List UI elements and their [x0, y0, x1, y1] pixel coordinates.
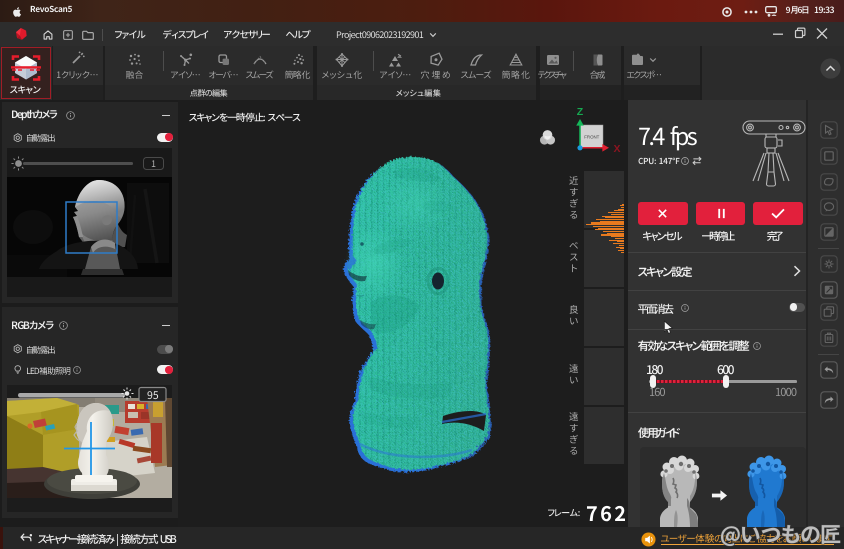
svg-text:X: X — [613, 143, 620, 154]
svg-text:FRONT: FRONT — [584, 135, 599, 140]
svg-text:Z: Z — [577, 106, 584, 118]
